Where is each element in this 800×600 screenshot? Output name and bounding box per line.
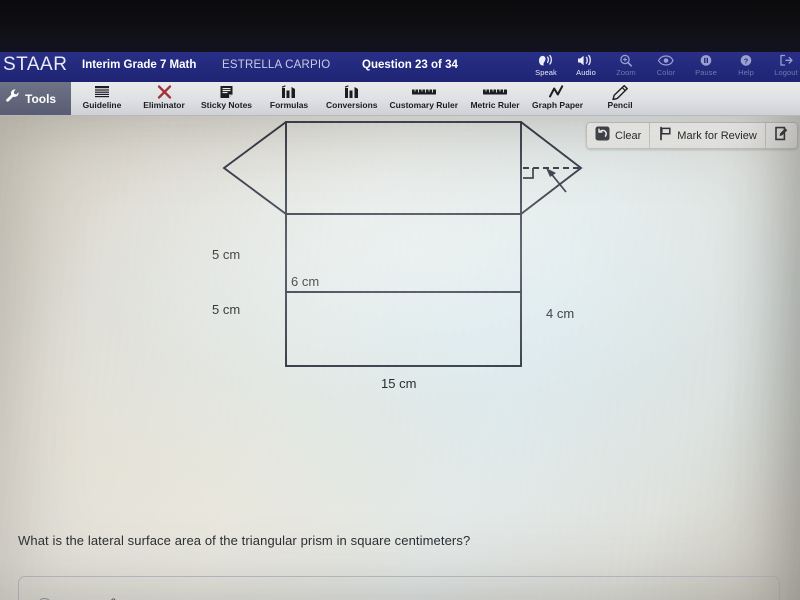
guideline-icon [93,83,111,100]
toolbar-item-label: Sticky Notes [201,100,253,110]
header-tool-label: Help [738,68,754,77]
wrench-icon [5,88,21,109]
sticky-notes-icon [218,83,235,100]
triangular-prism-net-figure: 5 cm 5 cm 6 cm 4 cm 15 cm [0,116,800,600]
audio-icon [575,53,597,67]
help-icon: ? [739,53,753,67]
mark-for-review-label: Mark for Review [677,129,757,142]
toolbar-item-label: Pencil [607,100,633,110]
question-counter-label: Question 23 of 34 [362,59,458,71]
toolbar-item-label: Metric Ruler [470,100,520,110]
header-tool-logout[interactable]: Logout [766,52,800,82]
note-edit-icon [774,126,789,146]
question-stem: What is the lateral surface area of the … [18,533,471,548]
clear-button[interactable]: Clear [587,123,649,148]
toolbar-item-list: Guideline Eliminator Sticky Notes Formul… [71,82,651,115]
zoom-icon [619,53,633,67]
question-action-bar: Clear Mark for Review [586,122,798,149]
undo-arrow-icon [595,126,610,146]
notes-button[interactable] [764,123,797,148]
answer-option-a[interactable]: A 264 cm2 [18,576,780,600]
header-tool-label: Audio [576,68,596,77]
mark-for-review-button[interactable]: Mark for Review [649,123,764,148]
monitor-bezel [0,0,800,52]
logout-icon [779,53,793,67]
header-tool-zoom[interactable]: Zoom [606,52,646,82]
toolbar-item-label: Customary Ruler [389,100,459,110]
app-header: STAAR Interim Grade 7 Math ESTRELLA CARP… [0,52,800,82]
question-body: 5 cm 5 cm 6 cm 4 cm 15 cm Clear Mark for… [0,116,800,600]
toolbar-item-customary-ruler[interactable]: Customary Ruler [384,82,465,115]
toolbar-item-eliminator[interactable]: Eliminator [133,82,195,115]
toolbar-item-graph-paper[interactable]: Graph Paper [526,82,589,115]
label-triangle-base: 6 cm [291,274,320,289]
header-tool-label: Pause [695,68,717,77]
header-tool-group: Speak Audio Zoom Color Pause ? Help Logo… [526,52,800,82]
toolbar-item-label: Formulas [269,100,309,110]
tools-toolbar: Tools Guideline Eliminator Sticky Notes [0,82,800,116]
toolbar-item-formulas[interactable]: Formulas [258,82,320,115]
header-tool-label: Zoom [616,68,636,77]
tools-button[interactable]: Tools [0,82,71,115]
eliminator-x-icon [156,83,173,100]
formulas-icon [280,83,298,100]
header-tool-label: Color [656,68,676,77]
label-triangle-height: 4 cm [546,306,575,321]
student-name-label: ESTRELLA CARPIO [222,59,331,71]
header-tool-color[interactable]: Color [646,52,686,82]
flag-icon [658,126,672,146]
metric-ruler-icon [482,83,508,100]
test-name-label: Interim Grade 7 Math [82,59,197,71]
pencil-icon [611,83,629,100]
tools-button-label: Tools [25,91,57,106]
toolbar-item-conversions[interactable]: Conversions [320,82,384,115]
toolbar-item-sticky-notes[interactable]: Sticky Notes [195,82,258,115]
toolbar-item-label: Conversions [326,100,378,110]
graph-paper-icon [548,83,568,100]
label-prism-length: 15 cm [381,376,417,391]
staar-logo: STAAR [3,54,68,75]
speak-icon [535,53,557,67]
color-eye-icon [657,53,675,67]
svg-text:?: ? [744,56,749,65]
header-tool-label: Speak [535,68,557,77]
header-tool-speak[interactable]: Speak [526,52,566,82]
height-pointer-arrow [546,168,567,193]
staar-test-screenshot: STAAR Interim Grade 7 Math ESTRELLA CARP… [0,0,800,600]
answer-options-list: A 264 cm2 B 240 cm2 [18,576,780,600]
label-left-upper-side: 5 cm [212,247,241,262]
header-tool-label: Logout [774,68,798,77]
conversions-icon [343,83,361,100]
clear-button-label: Clear [615,129,642,142]
toolbar-item-label: Eliminator [143,100,185,110]
toolbar-item-label: Guideline [82,100,122,110]
header-tool-audio[interactable]: Audio [566,52,606,82]
prism-net-svg [222,121,583,367]
header-tool-pause[interactable]: Pause [686,52,726,82]
toolbar-item-metric-ruler[interactable]: Metric Ruler [464,82,526,115]
toolbar-item-pencil[interactable]: Pencil [589,82,651,115]
header-tool-help[interactable]: ? Help [726,52,766,82]
label-left-lower-side: 5 cm [212,302,241,317]
toolbar-item-guideline[interactable]: Guideline [71,82,133,115]
right-angle-marker [523,168,534,179]
pause-icon [699,53,713,67]
toolbar-item-label: Graph Paper [532,100,584,110]
customary-ruler-icon [411,83,437,100]
